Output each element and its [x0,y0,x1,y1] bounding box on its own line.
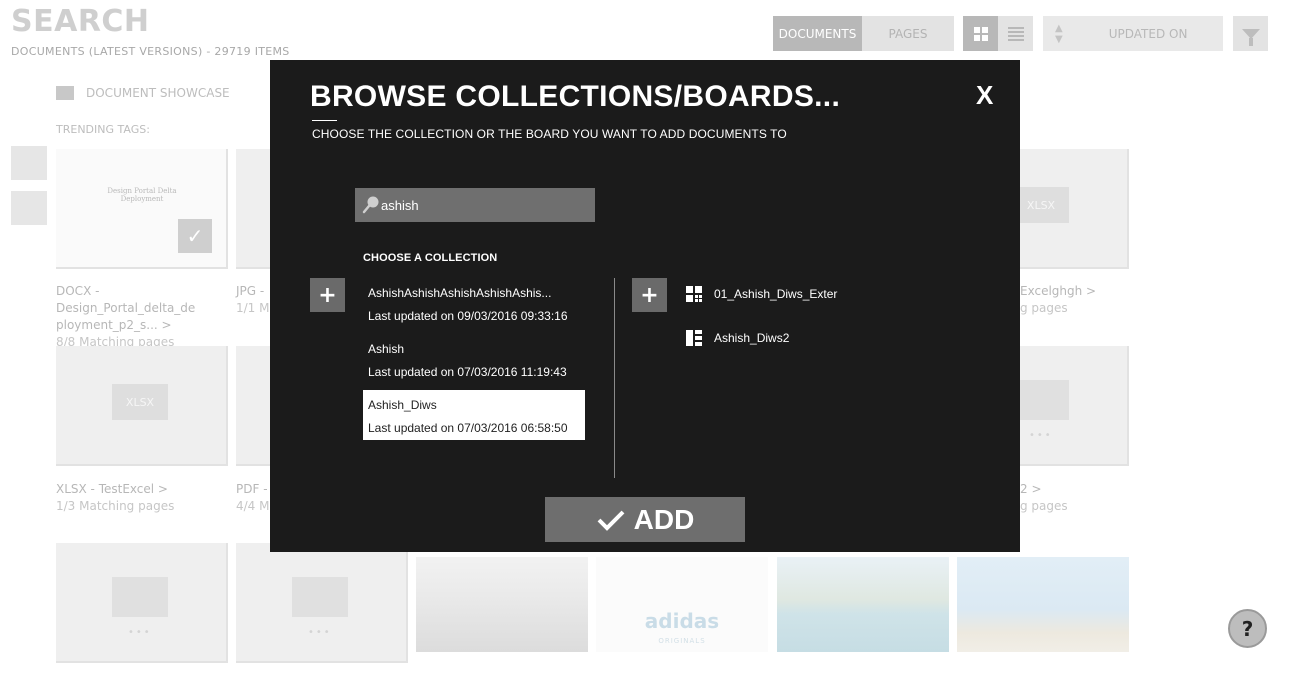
photo-tile-beach-chairs[interactable] [957,557,1129,652]
tile-caption-sub: g pages [1020,499,1068,513]
browse-collections-modal: BROWSE COLLECTIONS/BOARDS... CHOOSE THE … [270,60,1020,552]
filter-button[interactable] [1233,16,1268,51]
add-collection-button[interactable]: + [310,278,345,312]
column-divider [614,278,615,478]
collection-updated: Last updated on 09/03/2016 09:33:16 [368,309,568,323]
checkmark-icon [597,510,625,531]
photo-tile-adidas-logo[interactable]: adidas ORIGINALS [596,557,768,652]
tile-caption[interactable]: XLSX - TestExcel > 1/3 Matching pages [56,481,174,515]
tab-pages[interactable]: PAGES [862,16,954,51]
more-dots-icon: ••• [128,627,152,638]
page-subtitle: DOCUMENTS (LATEST VERSIONS) - 29719 ITEM… [11,45,290,58]
modal-subtitle: CHOOSE THE COLLECTION OR THE BOARD YOU W… [312,127,787,141]
board-name: Ashish_Diws2 [714,331,790,345]
apps-grid-button[interactable] [11,191,47,225]
help-button[interactable]: ? [1228,609,1267,648]
collection-updated: Last updated on 07/03/2016 06:58:50 [368,421,568,435]
adidas-logo-subtext: ORIGINALS [658,637,706,645]
check-icon[interactable]: ✓ [178,219,212,253]
collection-item-selected[interactable]: Ashish_Diws Last updated on 07/03/2016 0… [363,390,585,440]
collection-list: AshishAshishAshishAshishAshis... Last up… [363,278,585,446]
image-placeholder-icon [112,577,168,617]
tile-caption[interactable]: DOCX - Design_Portal_delta_de ployment_p… [56,283,228,351]
xlsx-icon: XLSX [112,384,168,420]
plus-icon: + [640,282,659,308]
tab-documents[interactable]: DOCUMENTS [773,16,862,51]
more-dots-icon: ••• [308,627,332,638]
tile-caption-title: Excelghgh > [1020,284,1097,298]
plus-icon: + [318,282,337,308]
document-tile[interactable]: XLSX [56,346,228,466]
modal-title: BROWSE COLLECTIONS/BOARDS... [310,80,841,113]
showcase-icon [56,86,74,100]
list-view-button[interactable] [998,16,1033,51]
image-placeholder-icon [1013,380,1069,420]
tile-caption-title: XLSX - TestExcel > [56,482,168,496]
collection-updated: Last updated on 07/03/2016 11:19:43 [368,365,567,379]
page-title: SEARCH [11,4,150,39]
document-tile[interactable]: Design Portal Delta Deployment ✓ [56,149,228,269]
filter-icon [1241,28,1260,46]
collection-item[interactable]: Ashish Last updated on 07/03/2016 11:19:… [363,334,585,384]
tile-caption-sub: 1/3 Matching pages [56,499,175,513]
board-name: 01_Ashish_Diws_Exter [714,287,838,301]
grid-view-button[interactable] [963,16,998,51]
tile-preview-text: Design Portal Delta Deployment [107,187,177,203]
showcase-tab[interactable]: DOCUMENT SHOWCASE [56,86,230,100]
xlsx-icon: XLSX [1013,187,1069,223]
title-underline [312,120,337,121]
choose-collection-label: CHOOSE A COLLECTION [363,252,498,264]
photo-tile-beach[interactable] [777,557,949,652]
search-icon [362,196,379,214]
collection-name: Ashish [368,342,405,356]
collection-name: Ashish_Diws [368,398,437,412]
board-item[interactable]: 01_Ashish_Diws_Exter [686,284,837,304]
adidas-logo-text: adidas [644,609,720,633]
showcase-label: DOCUMENT SHOWCASE [86,86,230,100]
board-item[interactable]: Ashish_Diws2 [686,328,789,348]
collection-name: AshishAshishAshishAshishAshis... [368,286,552,300]
tile-caption-sub: g pages [1020,301,1068,315]
sort-dropdown[interactable]: ▲ ▼ UPDATED ON [1043,16,1223,51]
photo-tile-performer[interactable] [416,557,588,652]
add-button-label: ADD [633,503,695,535]
document-tile[interactable]: ••• [56,543,228,663]
list-icon [1007,26,1024,41]
add-button[interactable]: ADD [545,497,745,542]
sort-arrows-icon: ▲ ▼ [1055,22,1063,45]
collection-item[interactable]: AshishAshishAshishAshishAshis... Last up… [363,278,585,328]
tile-caption-title: 2 > [1020,482,1042,496]
trending-tags-label: TRENDING TAGS: [56,123,150,136]
tile-caption[interactable]: 2 > g pages [1020,481,1068,515]
tile-caption-title: DOCX - Design_Portal_delta_de ployment_p… [56,284,196,332]
more-dots-icon: ••• [1029,430,1053,441]
image-placeholder-icon [292,577,348,617]
collection-search[interactable] [355,188,595,222]
board-grid-icon [686,286,702,302]
close-button[interactable]: X [976,80,993,111]
search-input[interactable] [381,197,581,213]
sort-label: UPDATED ON [1108,26,1188,41]
tile-caption[interactable]: Excelghgh > g pages [1020,283,1096,317]
sort-toggle-button[interactable] [11,146,47,180]
board-layout-icon [686,330,702,346]
grid-icon [973,26,988,41]
add-board-button[interactable]: + [632,278,667,312]
document-tile[interactable]: ••• [236,543,408,663]
